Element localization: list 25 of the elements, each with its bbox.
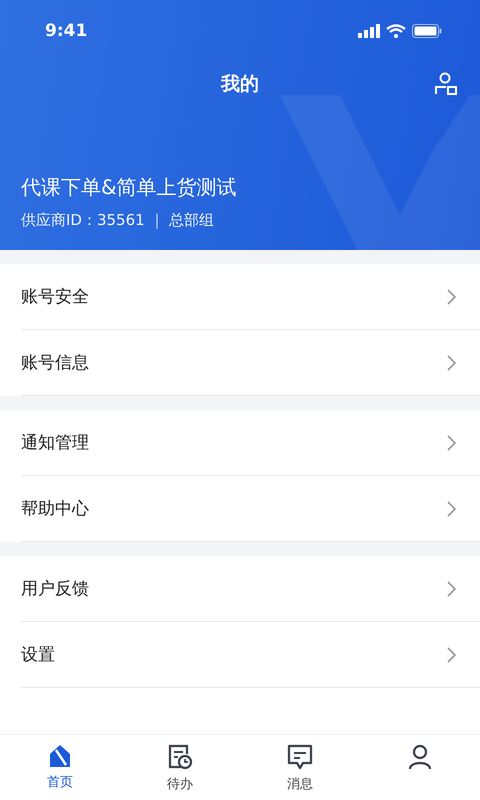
menu-item[interactable]: 用户反馈 [21,556,480,622]
menu-item[interactable]: 通知管理 [21,410,480,476]
chat-icon [286,743,314,771]
battery-icon [412,24,442,38]
wifi-icon [386,24,406,38]
page-title: 我的 [221,72,259,97]
calendar-clock-icon [166,743,194,771]
chevron-right-icon [447,354,456,370]
tab-item[interactable]: 首页 [0,735,120,800]
tab-item[interactable]: 消息 [240,735,360,800]
status-time: 9:41 [45,21,88,41]
chevron-right-icon [447,288,456,304]
chevron-right-icon [447,580,456,596]
account-switch-icon[interactable] [434,72,458,96]
company-name: 代课下单&简单上货测试 [21,174,238,201]
tab-item[interactable]: 待办 [120,735,240,800]
chevron-right-icon [447,500,456,516]
chevron-right-icon [447,646,456,662]
home-icon [47,743,73,769]
menu-item[interactable]: 账号安全 [21,264,480,330]
signal-icon [358,24,380,38]
person-icon [406,743,434,771]
supplier-info: 供应商ID：35561 ｜ 总部组 [21,211,216,230]
menu-item[interactable]: 设置 [21,622,480,688]
chevron-right-icon [447,434,456,450]
